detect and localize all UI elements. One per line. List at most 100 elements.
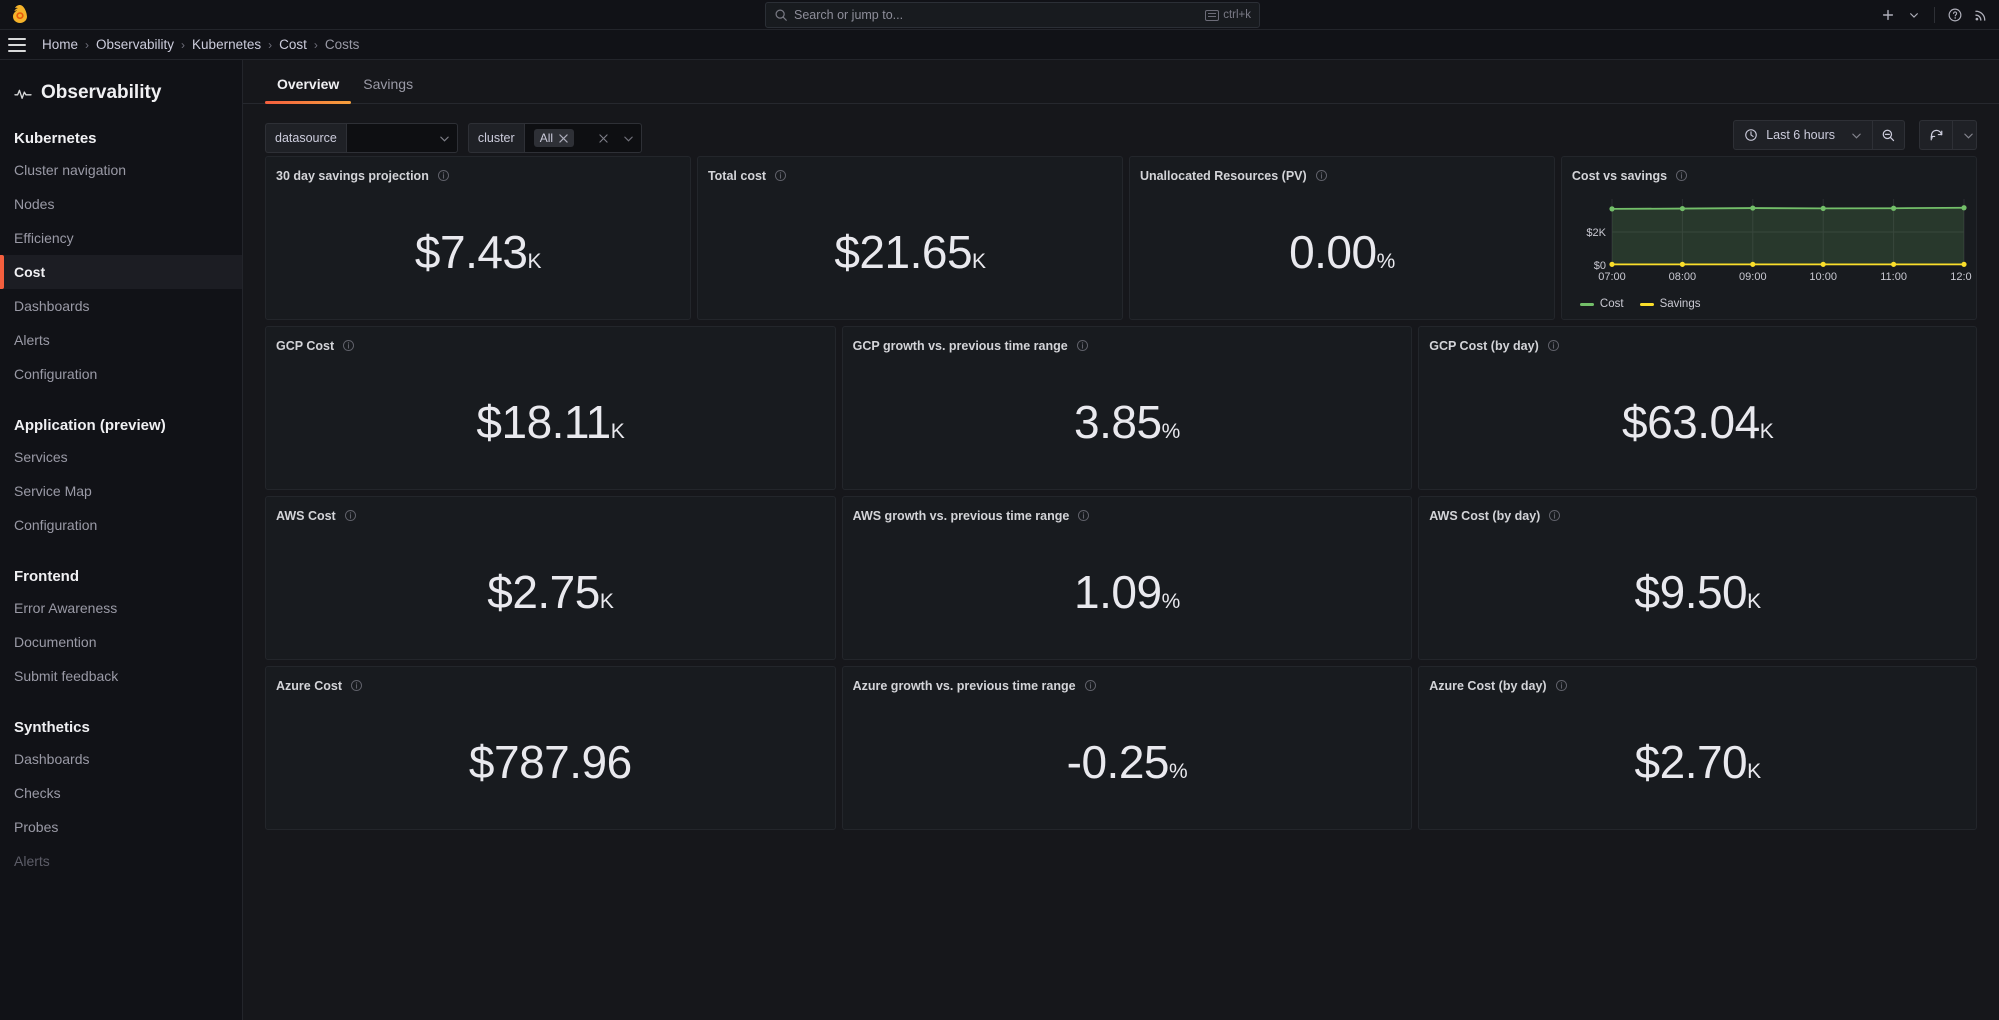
panel-title[interactable]: GCP Cost (by day) (1429, 339, 1539, 353)
sidebar-item-submit-feedback[interactable]: Submit feedback (0, 659, 242, 693)
grafana-logo[interactable] (8, 3, 32, 27)
panel-aws-cost[interactable]: AWS Cost $2.75K (265, 496, 836, 660)
sidebar-item-app-configuration[interactable]: Configuration (0, 508, 242, 542)
clear-all-icon[interactable] (599, 134, 608, 143)
stat-unit: K (972, 250, 986, 273)
info-icon[interactable] (1076, 339, 1089, 352)
close-icon[interactable] (559, 134, 568, 143)
panel-azure-cost[interactable]: Azure Cost $787.96 (265, 666, 836, 830)
sidebar-item-probes[interactable]: Probes (0, 810, 242, 844)
stat-number: $787.96 (469, 736, 632, 788)
panel-title[interactable]: Azure Cost (276, 679, 342, 693)
panel-gcp-cost[interactable]: GCP Cost $18.11K (265, 326, 836, 490)
panel-unallocated-resources-pv[interactable]: Unallocated Resources (PV) 0.00% (1129, 156, 1555, 320)
info-icon[interactable] (774, 169, 787, 182)
info-icon[interactable] (350, 679, 363, 692)
panel-azure-cost-by-day[interactable]: Azure Cost (by day) $2.70K (1418, 666, 1977, 830)
panel-gcp-cost-by-day[interactable]: GCP Cost (by day) $63.04K (1418, 326, 1977, 490)
sidebar: Observability Kubernetes Cluster navigat… (0, 60, 243, 1020)
cluster-select[interactable]: All (524, 123, 642, 153)
sidebar-item-cost[interactable]: Cost (0, 255, 242, 289)
sidebar-item-synthetics-dashboards[interactable]: Dashboards (0, 742, 242, 776)
chart-plot-area[interactable]: $0$2K07:0008:0009:0010:0011:0012:00 Cost… (1562, 185, 1976, 319)
sidebar-item-service-map[interactable]: Service Map (0, 474, 242, 508)
panel-title[interactable]: Total cost (708, 169, 766, 183)
sidebar-item-configuration[interactable]: Configuration (0, 357, 242, 391)
info-icon[interactable] (1675, 169, 1688, 182)
info-icon[interactable] (1315, 169, 1328, 182)
sidebar-item-error-awareness[interactable]: Error Awareness (0, 591, 242, 625)
panel-cost-vs-savings[interactable]: Cost vs savings $0$2K07:0008:0009:0010:0… (1561, 156, 1977, 320)
sidebar-item-cluster-navigation[interactable]: Cluster navigation (0, 153, 242, 187)
news-icon[interactable] (1969, 3, 1993, 27)
panel-title[interactable]: Unallocated Resources (PV) (1140, 169, 1307, 183)
panel-gcp-growth[interactable]: GCP growth vs. previous time range 3.85% (842, 326, 1413, 490)
cost-vs-savings-chart[interactable]: $0$2K07:0008:0009:0010:0011:0012:00 (1572, 191, 1972, 291)
add-chevron-down-icon[interactable] (1902, 3, 1926, 27)
info-icon[interactable] (1548, 509, 1561, 522)
sidebar-item-nodes[interactable]: Nodes (0, 187, 242, 221)
chevron-down-icon[interactable] (623, 133, 634, 144)
panel-title[interactable]: Azure Cost (by day) (1429, 679, 1546, 693)
panel-value-area: $9.50K (1419, 525, 1976, 659)
panel-30-day-savings-projection[interactable]: 30 day savings projection $7.43K (265, 156, 691, 320)
panel-title[interactable]: Cost vs savings (1572, 169, 1667, 183)
legend-item-cost[interactable]: Cost (1580, 298, 1624, 310)
add-button[interactable] (1876, 3, 1900, 27)
cluster-selected-pill[interactable]: All (534, 129, 574, 147)
sidebar-item-efficiency[interactable]: Efficiency (0, 221, 242, 255)
panel-total-cost[interactable]: Total cost $21.65K (697, 156, 1123, 320)
panel-title[interactable]: Azure growth vs. previous time range (853, 679, 1076, 693)
sidebar-item-services[interactable]: Services (0, 440, 242, 474)
breadcrumb-item-home[interactable]: Home (42, 37, 78, 52)
info-icon[interactable] (1547, 339, 1560, 352)
chart-point (1961, 205, 1966, 210)
stat-number: 3.85 (1074, 396, 1162, 448)
refresh-interval-button[interactable] (1953, 120, 1977, 150)
panel-aws-cost-by-day[interactable]: AWS Cost (by day) $9.50K (1418, 496, 1977, 660)
panel-title[interactable]: AWS growth vs. previous time range (853, 509, 1070, 523)
panel-value-area: 0.00% (1130, 185, 1554, 319)
stat-number: -0.25 (1067, 736, 1169, 788)
time-range-button[interactable]: Last 6 hours (1733, 120, 1873, 150)
tab-overview[interactable]: Overview (265, 76, 351, 103)
info-icon[interactable] (1555, 679, 1568, 692)
breadcrumb-item-kubernetes[interactable]: Kubernetes (192, 37, 261, 52)
panel-azure-growth[interactable]: Azure growth vs. previous time range -0.… (842, 666, 1413, 830)
search-input[interactable]: Search or jump to... ctrl+k (765, 2, 1260, 28)
panel-value-area: $2.75K (266, 525, 835, 659)
time-controls: Last 6 hours (1733, 120, 1977, 150)
info-icon[interactable] (342, 339, 355, 352)
info-icon[interactable] (437, 169, 450, 182)
sidebar-item-checks[interactable]: Checks (0, 776, 242, 810)
info-icon[interactable] (344, 509, 357, 522)
legend-label-savings: Savings (1660, 298, 1701, 310)
datasource-select[interactable] (346, 123, 458, 153)
tab-savings[interactable]: Savings (351, 76, 425, 103)
breadcrumb-item-cost[interactable]: Cost (279, 37, 307, 52)
toolbar-divider (1934, 7, 1935, 23)
sidebar-item-alerts[interactable]: Alerts (0, 323, 242, 357)
panel-aws-growth[interactable]: AWS growth vs. previous time range 1.09% (842, 496, 1413, 660)
breadcrumb-item-observability[interactable]: Observability (96, 37, 174, 52)
panel-title[interactable]: GCP Cost (276, 339, 334, 353)
stat-value: $21.65K (834, 229, 985, 275)
panel-title[interactable]: GCP growth vs. previous time range (853, 339, 1068, 353)
sidebar-item-documentation[interactable]: Documention (0, 625, 242, 659)
refresh-controls (1919, 120, 1977, 150)
legend-item-savings[interactable]: Savings (1640, 298, 1701, 310)
info-icon[interactable] (1077, 509, 1090, 522)
panel-title[interactable]: AWS Cost (by day) (1429, 509, 1540, 523)
sidebar-item-dashboards[interactable]: Dashboards (0, 289, 242, 323)
info-icon[interactable] (1084, 679, 1097, 692)
stat-number: $2.70 (1635, 736, 1748, 788)
panel-title[interactable]: 30 day savings projection (276, 169, 429, 183)
sidebar-item-synthetics-alerts[interactable]: Alerts (0, 844, 242, 878)
sidebar-group-application: Application (preview) Services Service M… (0, 417, 242, 542)
menu-toggle-button[interactable] (8, 38, 26, 52)
help-icon[interactable] (1943, 3, 1967, 27)
sidebar-app-title[interactable]: Observability (0, 60, 242, 104)
refresh-button[interactable] (1919, 120, 1953, 150)
zoom-out-button[interactable] (1873, 120, 1905, 150)
panel-title[interactable]: AWS Cost (276, 509, 336, 523)
